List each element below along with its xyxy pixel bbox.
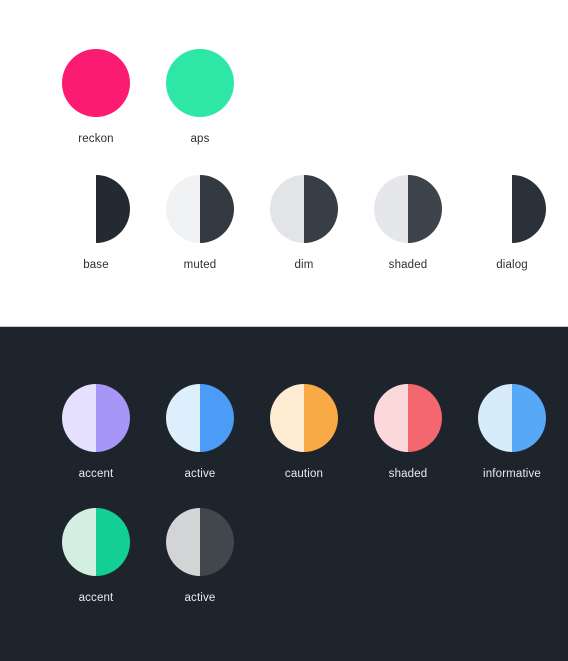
swatch-label: aps	[190, 133, 210, 145]
circle-half-right	[200, 384, 234, 452]
status-duotone-row: accent active caution shaded informative	[0, 327, 568, 481]
color-circle	[374, 384, 442, 452]
swatch-base[interactable]: base	[44, 175, 148, 272]
color-circle	[166, 49, 234, 117]
circle-half-right	[408, 384, 442, 452]
swatch-dim[interactable]: dim	[252, 175, 356, 272]
circle-half-left	[478, 384, 512, 452]
swatch-label: accent	[78, 592, 114, 604]
color-circle	[166, 175, 234, 243]
surface-duotone-row: base muted dim shaded dialog	[0, 146, 568, 272]
swatch-dialog[interactable]: dialog	[460, 175, 564, 272]
circle-half-left	[62, 384, 96, 452]
circle-half-right	[408, 175, 442, 243]
circle-half-left	[270, 384, 304, 452]
circle-half-left	[166, 175, 200, 243]
circle-half-right	[96, 384, 130, 452]
swatch-label: caution	[284, 468, 324, 480]
color-palette: reckon aps base muted dim shaded dialog …	[0, 0, 568, 661]
circle-half-left	[374, 175, 408, 243]
circle-half-left	[166, 384, 200, 452]
color-circle	[62, 175, 130, 243]
swatch-label: reckon	[78, 133, 114, 145]
color-circle	[478, 384, 546, 452]
swatch-label: shaded	[388, 468, 428, 480]
circle-half-left	[62, 175, 96, 243]
circle-half-left	[166, 508, 200, 576]
swatch-label: base	[83, 259, 109, 271]
swatch-informative[interactable]: informative	[460, 384, 564, 481]
swatch-label: muted	[183, 259, 217, 271]
circle-half-right	[96, 49, 130, 117]
swatch-shaded[interactable]: shaded	[356, 175, 460, 272]
circle-half-right	[304, 175, 338, 243]
brand-solid-row: reckon aps	[0, 0, 568, 146]
color-circle	[270, 175, 338, 243]
swatch-muted[interactable]: muted	[148, 175, 252, 272]
color-circle	[270, 384, 338, 452]
circle-half-left	[270, 175, 304, 243]
swatch-reckon[interactable]: reckon	[44, 49, 148, 146]
accent-duotone-row: accent active	[0, 481, 568, 605]
color-circle	[62, 508, 130, 576]
circle-half-right	[304, 384, 338, 452]
circle-half-right	[200, 49, 234, 117]
circle-half-right	[200, 175, 234, 243]
color-circle	[62, 384, 130, 452]
swatch-active-gray[interactable]: active	[148, 508, 252, 605]
circle-half-right	[96, 175, 130, 243]
swatch-label: active	[184, 592, 216, 604]
swatch-label: informative	[483, 468, 541, 480]
swatch-shaded-red[interactable]: shaded	[356, 384, 460, 481]
color-circle	[478, 175, 546, 243]
swatch-label: shaded	[388, 259, 428, 271]
swatch-label: dim	[294, 259, 314, 271]
circle-half-right	[200, 508, 234, 576]
swatch-accent-purple[interactable]: accent	[44, 384, 148, 481]
circle-half-right	[96, 508, 130, 576]
swatch-label: dialog	[496, 259, 528, 271]
swatch-caution[interactable]: caution	[252, 384, 356, 481]
circle-half-left	[62, 49, 96, 117]
dark-theme-section: accent active caution shaded informative…	[0, 327, 568, 661]
light-theme-section: reckon aps base muted dim shaded dialog	[0, 0, 568, 327]
color-circle	[166, 384, 234, 452]
color-circle	[166, 508, 234, 576]
circle-half-right	[512, 384, 546, 452]
circle-half-left	[374, 384, 408, 452]
color-circle	[374, 175, 442, 243]
circle-half-left	[62, 508, 96, 576]
swatch-aps[interactable]: aps	[148, 49, 252, 146]
circle-half-left	[166, 49, 200, 117]
swatch-label: active	[184, 468, 216, 480]
swatch-active-blue[interactable]: active	[148, 384, 252, 481]
swatch-label: accent	[78, 468, 114, 480]
color-circle	[62, 49, 130, 117]
circle-half-left	[478, 175, 512, 243]
swatch-accent-green[interactable]: accent	[44, 508, 148, 605]
circle-half-right	[512, 175, 546, 243]
